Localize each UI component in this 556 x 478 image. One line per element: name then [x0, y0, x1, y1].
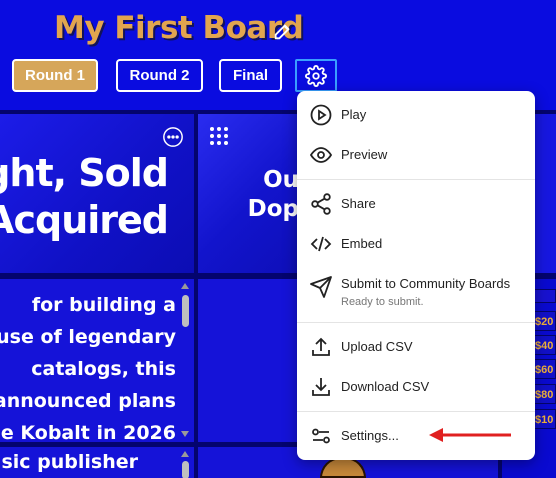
download-icon	[312, 378, 330, 396]
menu-divider	[297, 411, 535, 412]
code-icon	[310, 236, 332, 252]
tab-round-2[interactable]: Round 2	[116, 59, 203, 92]
submit-status: Ready to submit.	[341, 296, 424, 308]
more-options-icon[interactable]	[162, 126, 184, 148]
eye-icon	[309, 147, 333, 163]
menu-item-download-csv[interactable]: Download CSV	[297, 375, 535, 399]
tab-final[interactable]: Final	[219, 59, 282, 92]
scroll-down-arrow[interactable]	[181, 431, 189, 437]
board-tile[interactable]: usic publisher	[0, 447, 194, 478]
menu-item-share[interactable]: Share	[297, 192, 535, 216]
board-tile[interactable]: ght, Sold Acquired	[0, 114, 194, 273]
menu-item-submit-community[interactable]: Submit to Community Boards Ready to subm…	[297, 272, 535, 312]
tile-scrollbar[interactable]	[179, 449, 191, 478]
tile-clue-text: for building a use of legendary catalogs…	[0, 294, 176, 442]
drag-grid-icon[interactable]	[209, 126, 229, 146]
settings-dropdown-menu: Play Preview Share Embed Submit to Commu…	[297, 91, 535, 460]
tile-heading: ght, Sold Acquired	[0, 151, 169, 242]
menu-item-preview[interactable]: Preview	[297, 143, 535, 167]
gear-icon	[305, 64, 327, 87]
board-title: My First Board	[54, 10, 304, 46]
board-tile[interactable]: for building a use of legendary catalogs…	[0, 279, 194, 442]
scroll-up-arrow[interactable]	[181, 283, 189, 289]
share-icon	[311, 193, 331, 215]
sliders-icon	[312, 428, 330, 444]
tile-heading: Ou Dop	[247, 167, 299, 222]
scroll-up-arrow[interactable]	[181, 451, 189, 457]
annotation-arrow-icon	[429, 428, 511, 442]
menu-divider	[297, 322, 535, 323]
tile-scrollbar[interactable]	[179, 281, 191, 439]
play-icon	[310, 104, 332, 126]
scroll-thumb[interactable]	[182, 461, 189, 478]
edit-icon[interactable]	[272, 20, 294, 42]
tile-clue-text: usic publisher	[0, 451, 138, 473]
settings-gear-button[interactable]	[295, 59, 337, 92]
menu-item-play[interactable]: Play	[297, 103, 535, 127]
board-tile[interactable]: Ou Dop	[198, 114, 301, 273]
send-icon	[310, 276, 332, 298]
upload-icon	[312, 337, 330, 356]
scroll-thumb[interactable]	[182, 295, 189, 327]
tab-round-1[interactable]: Round 1	[12, 59, 98, 92]
menu-divider	[297, 179, 535, 180]
board-tile[interactable]	[198, 279, 301, 442]
menu-item-upload-csv[interactable]: Upload CSV	[297, 335, 535, 359]
menu-item-embed[interactable]: Embed	[297, 232, 535, 256]
